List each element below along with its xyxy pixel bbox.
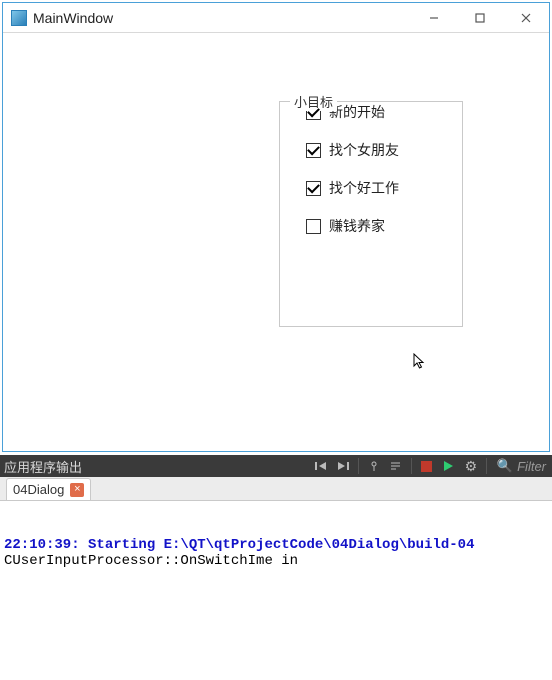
- checkbox-earn-money[interactable]: 赚钱养家: [306, 216, 462, 236]
- close-button[interactable]: [503, 3, 549, 33]
- minimize-button[interactable]: [411, 3, 457, 33]
- filter-input[interactable]: 🔍 Filter: [497, 458, 546, 474]
- console-line: 22:10:39: Starting E:\QT\qtProjectCode\0…: [4, 537, 474, 553]
- checkbox-icon: [306, 219, 321, 234]
- tab-label: 04Dialog: [13, 482, 64, 497]
- output-panel-header: 应用程序输出 ⚙ 🔍 Filter: [0, 455, 552, 477]
- run-button[interactable]: [439, 456, 459, 476]
- console-output: 22:10:39: Starting E:\QT\qtProjectCode\0…: [0, 501, 552, 569]
- output-panel-title: 应用程序输出: [4, 457, 82, 476]
- mouse-cursor-icon: [413, 353, 427, 371]
- separator: [358, 458, 359, 474]
- tab-04dialog[interactable]: 04Dialog ×: [6, 478, 91, 500]
- goals-groupbox: 小目标 新的开始 找个女朋友 找个好工作 赚钱养家: [279, 101, 463, 327]
- client-area: 小目标 新的开始 找个女朋友 找个好工作 赚钱养家: [3, 33, 549, 451]
- window-icon: [11, 10, 27, 26]
- checkbox-label: 找个女朋友: [329, 140, 399, 160]
- checkbox-icon: [306, 143, 321, 158]
- checkbox-good-job[interactable]: 找个好工作: [306, 178, 462, 198]
- search-icon: 🔍: [497, 458, 513, 474]
- step-back-icon[interactable]: [311, 456, 331, 476]
- console-line: CUserInputProcessor::OnSwitchIme in: [4, 553, 298, 569]
- settings-icon[interactable]: ⚙: [461, 456, 481, 476]
- checkbox-label: 赚钱养家: [329, 216, 385, 236]
- checkbox-girlfriend[interactable]: 找个女朋友: [306, 140, 462, 160]
- window-title: MainWindow: [33, 10, 113, 26]
- titlebar: MainWindow: [3, 3, 549, 33]
- wrap-icon[interactable]: [386, 456, 406, 476]
- checkbox-label: 新的开始: [329, 102, 385, 122]
- separator: [486, 458, 487, 474]
- filter-placeholder: Filter: [517, 459, 546, 474]
- separator: [411, 458, 412, 474]
- pin-icon[interactable]: [364, 456, 384, 476]
- maximize-button[interactable]: [457, 3, 503, 33]
- tab-close-button[interactable]: ×: [70, 483, 84, 497]
- checkbox-icon: [306, 181, 321, 196]
- main-window: MainWindow 小目标 新的开始 找个女朋友 找个好工作: [2, 2, 550, 452]
- checkbox-label: 找个好工作: [329, 178, 399, 198]
- stop-button[interactable]: [417, 456, 437, 476]
- step-forward-icon[interactable]: [333, 456, 353, 476]
- output-tab-bar: 04Dialog ×: [0, 477, 552, 501]
